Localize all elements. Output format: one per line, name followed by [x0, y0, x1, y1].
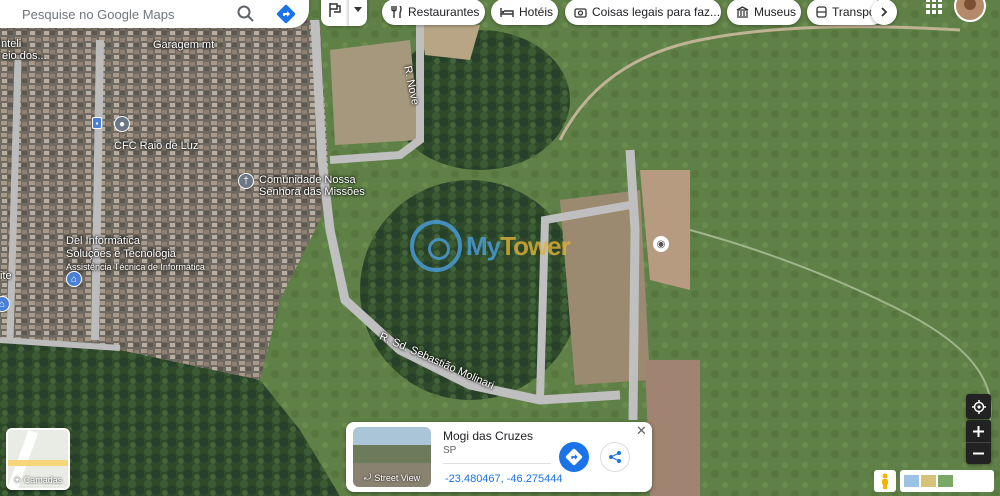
crosshair-icon	[971, 399, 986, 414]
google-apps-icon[interactable]	[924, 0, 944, 16]
bus-stop-icon[interactable]: ▪	[92, 117, 102, 129]
bed-icon	[500, 5, 514, 19]
chip-hoteis[interactable]: Hotéis	[491, 0, 558, 25]
close-icon[interactable]: ✕	[636, 423, 647, 439]
pegman-flag-icon	[329, 3, 341, 17]
layers-button[interactable]: ◈ Camadas	[6, 428, 70, 490]
share-icon	[609, 451, 621, 463]
dropdown-button[interactable]	[348, 0, 367, 26]
coordinates-link[interactable]: -23.480467, -46.275444	[445, 473, 562, 485]
chip-restaurantes[interactable]: Restaurantes	[382, 0, 485, 25]
divider	[443, 463, 551, 464]
map-label-del-3[interactable]: Assistência Técnica de Informática	[66, 261, 205, 273]
map-label-cfc[interactable]: CFC Raio de Luz	[114, 140, 198, 152]
place-pin-icon[interactable]: ●	[114, 116, 130, 132]
pegman-icon[interactable]	[874, 470, 896, 492]
zoom-out-button[interactable]	[966, 442, 991, 464]
map-label-edge-left: ite	[0, 270, 12, 282]
map-label-del-1[interactable]: Del Informática	[66, 235, 140, 247]
imagery-thumbnails[interactable]	[900, 470, 994, 492]
chip-museus[interactable]: Museus	[727, 0, 801, 25]
map-label-del-2[interactable]: Soluções e Tecnologia	[66, 248, 176, 260]
layers-icon: ◈	[13, 474, 21, 484]
search-input[interactable]: Pesquise no Google Maps	[22, 7, 235, 22]
imagery-thumb-2[interactable]	[921, 475, 936, 487]
map-label-comunidade-2[interactable]: Senhora das Missões	[259, 186, 365, 198]
map-label-edge-1: Inteli	[0, 38, 22, 50]
chip-label: Restaurantes	[408, 5, 480, 19]
map-label-garagem[interactable]: Garagem mt	[153, 39, 214, 51]
church-pin-icon[interactable]: †	[238, 173, 254, 189]
chip-label: Hotéis	[519, 5, 554, 19]
search-box[interactable]: Pesquise no Google Maps	[0, 0, 309, 28]
imagery-thumb-3[interactable]	[938, 475, 953, 487]
search-icon[interactable]	[235, 3, 257, 25]
share-button[interactable]	[600, 442, 630, 472]
chip-coisas-legais[interactable]: Coisas legais para faz...	[565, 0, 721, 25]
chip-label: Transpo	[832, 5, 876, 19]
plus-icon	[973, 425, 984, 437]
street-view-toggle-button[interactable]	[321, 0, 349, 26]
place-subtitle: SP	[443, 445, 457, 456]
chips-next-button[interactable]	[871, 0, 897, 25]
chevron-right-icon	[881, 7, 888, 17]
directions-button[interactable]	[559, 442, 589, 472]
street-view-label: Street View	[374, 472, 421, 483]
chip-label: Coisas legais para faz...	[592, 5, 721, 19]
location-info-card[interactable]: ⤾ Street View Mogi das Cruzes SP -23.480…	[346, 422, 652, 492]
location-pin-icon[interactable]: ◉	[653, 236, 669, 252]
place-title[interactable]: Mogi das Cruzes	[443, 429, 533, 443]
imagery-thumb-1[interactable]	[904, 475, 919, 487]
chip-label: Museus	[754, 5, 797, 19]
street-view-icon: ⤾	[363, 472, 372, 482]
caret-down-icon	[354, 7, 362, 12]
directions-icon	[565, 448, 583, 466]
tower-signal-icon	[410, 220, 462, 272]
directions-icon[interactable]	[275, 3, 297, 25]
minus-icon	[973, 452, 984, 455]
layers-label: Camadas	[23, 474, 63, 485]
camera-icon	[574, 5, 587, 19]
museum-icon	[736, 5, 749, 19]
street-view-thumbnail[interactable]: ⤾ Street View	[353, 427, 431, 487]
zoom-in-button[interactable]	[966, 420, 991, 442]
fork-knife-icon	[391, 5, 403, 19]
watermark-text-2: Tower	[500, 230, 571, 261]
bus-icon	[816, 5, 827, 19]
store-pin-icon[interactable]: ⌂	[66, 271, 82, 287]
my-location-button[interactable]	[966, 394, 991, 419]
map-label-comunidade-1[interactable]: Comunidade Nossa	[259, 174, 356, 186]
watermark-logo: MyTower	[410, 220, 571, 272]
watermark-text-1: My	[466, 230, 501, 261]
map-label-edge-2: eio dos...	[2, 50, 47, 62]
